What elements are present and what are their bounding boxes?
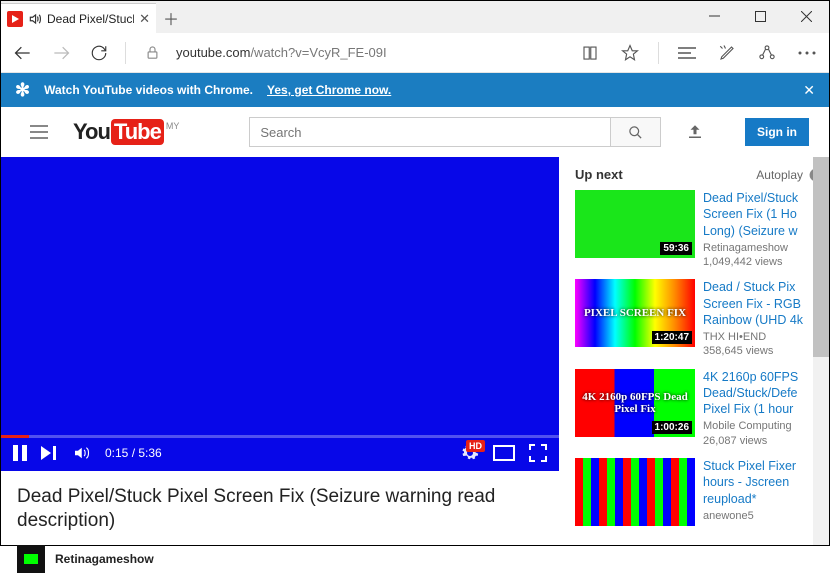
banner-cta-link[interactable]: Yes, get Chrome now. [267,83,391,97]
search-input[interactable] [249,117,611,147]
banner-text: Watch YouTube videos with Chrome. [44,83,253,97]
rec-channel: Retinagameshow [703,241,823,255]
duration-badge: 1:00:26 [652,421,692,434]
channel-name[interactable]: Retinagameshow [55,552,154,566]
recommendation[interactable]: PIXEL SCREEN FIX1:20:47Dead / Stuck Pix … [575,279,823,358]
thumbnail[interactable]: 4K 2160p 60FPS Dead Pixel Fix1:00:26 [575,369,695,437]
rec-title: Dead / Stuck Pix Screen Fix - RGB Rainbo… [703,279,823,328]
window-close-button[interactable] [783,1,829,31]
tab-title: Dead Pixel/Stuck Pi [47,12,134,26]
menu-icon[interactable] [25,118,53,146]
forward-button[interactable] [47,39,75,67]
refresh-button[interactable] [85,39,113,67]
upnext-label: Up next [575,167,623,182]
youtube-logo[interactable]: You Tube MY [73,119,179,145]
video-title: Dead Pixel/Stuck Pixel Screen Fix (Seizu… [17,485,543,533]
duration-badge: 1:20:47 [652,331,692,344]
window-minimize-button[interactable] [691,1,737,31]
tab-close-icon[interactable]: ✕ [139,11,150,27]
notes-icon[interactable] [713,39,741,67]
scrollbar[interactable]: ▲ [813,157,829,545]
thumbnail[interactable] [575,458,695,526]
window-maximize-button[interactable] [737,1,783,31]
reading-view-icon[interactable] [576,39,604,67]
progress-bar[interactable] [1,435,559,438]
browser-tab[interactable]: Dead Pixel/Stuck Pi ✕ [1,3,156,33]
volume-icon[interactable] [71,444,91,462]
rec-title: Dead Pixel/Stuck Screen Fix (1 Ho Long) … [703,190,823,239]
lock-icon [138,39,166,67]
channel-avatar[interactable] [17,545,45,573]
autoplay-label: Autoplay [756,168,803,182]
rec-views: 26,087 views [703,434,823,448]
time-display: 0:15 / 5:36 [105,446,162,460]
signin-button[interactable]: Sign in [745,118,809,146]
search-button[interactable] [611,117,661,147]
youtube-favicon [7,11,23,27]
rec-title: 4K 2160p 60FPS Dead/Stuck/Defe Pixel Fix… [703,369,823,418]
recommendation[interactable]: Stuck Pixel Fixer hours - Jscreen reuplo… [575,458,823,526]
scrollbar-handle[interactable] [813,157,829,357]
player-controls: 0:15 / 5:36 HD [1,435,559,471]
chrome-promo-banner: ✻ Watch YouTube videos with Chrome. Yes,… [1,73,829,107]
rec-channel: Mobile Computing [703,419,823,433]
next-icon[interactable] [41,446,57,460]
duration-badge: 59:36 [660,242,692,255]
search-box [249,117,661,147]
recommendation[interactable]: 59:36 Dead Pixel/Stuck Screen Fix (1 Ho L… [575,190,823,269]
thumbnail[interactable]: 59:36 [575,190,695,258]
rec-title: Stuck Pixel Fixer hours - Jscreen reuplo… [703,458,823,507]
rec-views: 358,645 views [703,344,823,358]
banner-close-icon[interactable]: ✕ [803,82,815,99]
rec-channel: anewone5 [703,509,823,523]
upload-button[interactable] [681,118,709,146]
asterisk-icon: ✻ [15,80,30,101]
share-icon[interactable] [753,39,781,67]
page-content: 0:15 / 5:36 HD Dead Pixel/Stuck Pixel Sc… [1,157,829,545]
more-icon[interactable] [793,39,821,67]
recommendation[interactable]: 4K 2160p 60FPS Dead Pixel Fix1:00:264K 2… [575,369,823,448]
sound-icon [28,12,42,26]
address-bar[interactable]: youtube.com/watch?v=VcyR_FE-09I [176,45,560,60]
pause-icon[interactable] [13,445,27,461]
settings-icon[interactable]: HD [461,444,479,462]
fullscreen-icon[interactable] [529,444,547,462]
sidebar: Up next Autoplay i 59:36Dead Pixel/Stuck… [559,157,829,545]
back-button[interactable] [9,39,37,67]
rec-channel: THX HI•END [703,330,823,344]
video-player[interactable]: 0:15 / 5:36 HD [1,157,559,471]
youtube-header: You Tube MY Sign in [1,107,829,157]
theater-icon[interactable] [493,445,515,461]
thumbnail[interactable]: PIXEL SCREEN FIX1:20:47 [575,279,695,347]
rec-views: 1,049,442 views [703,255,823,269]
hub-icon[interactable] [673,39,701,67]
favorite-icon[interactable] [616,39,644,67]
new-tab-button[interactable]: ＋ [156,3,186,33]
tab-bar: Dead Pixel/Stuck Pi ✕ ＋ [1,1,829,33]
browser-toolbar: youtube.com/watch?v=VcyR_FE-09I [1,33,829,73]
